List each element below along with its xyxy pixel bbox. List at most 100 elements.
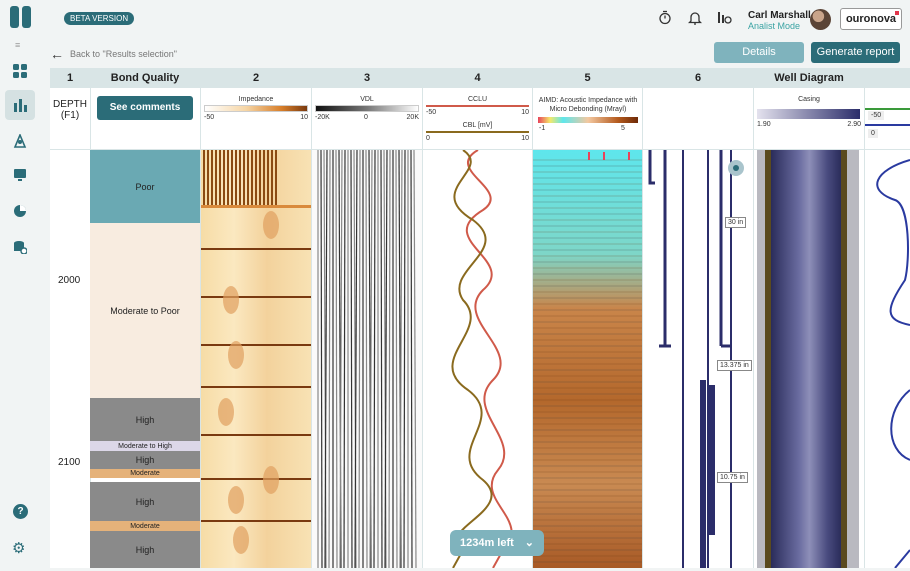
user-role: Analist Mode (748, 21, 801, 31)
bond-block-high[interactable]: High (90, 398, 200, 441)
rig-icon[interactable] (5, 126, 35, 156)
aimd-colorbar (538, 117, 638, 123)
cclu-cbl-header: CCLU -50 10 CBL [mV] 0 10 (423, 89, 532, 149)
bond-label: Moderate (130, 470, 160, 477)
bond-label: High (135, 544, 155, 555)
bond-block-high[interactable]: High (90, 531, 200, 568)
cbl-min: 0 (426, 135, 430, 142)
bond-block-moderate-poor[interactable]: Moderate to Poor (90, 223, 200, 398)
analytics-icon[interactable] (716, 10, 734, 28)
cclu-max: 10 (521, 109, 529, 116)
aimd-header: AIMD: Acoustic Impedance with Micro Debo… (533, 89, 642, 149)
bond-block-moderate-high[interactable]: Moderate to High (90, 441, 200, 451)
bond-block-high[interactable]: High (90, 482, 200, 521)
app-logo[interactable] (10, 6, 32, 28)
column-header-5: 5 (533, 68, 642, 88)
cclu-curve (465, 150, 513, 568)
vdl-image (317, 150, 417, 568)
bond-label: Moderate to Poor (110, 305, 180, 316)
pie-chart-icon[interactable] (5, 196, 35, 226)
dashboard-icon[interactable] (5, 56, 35, 86)
menu-icon[interactable]: ≡ (15, 40, 25, 50)
help-icon[interactable]: ? (13, 504, 28, 519)
impedance-track (201, 150, 311, 568)
column-header-1: 1 (50, 68, 90, 88)
remaining-depth-button[interactable]: 1234m left ⌄ (450, 530, 544, 556)
extra-line-blue (865, 124, 910, 126)
impedance-max: 10 (300, 114, 308, 121)
extra-scale-a: -50 (868, 111, 885, 120)
aimd-max: 5 (621, 125, 625, 132)
impedance-title: Impedance (238, 96, 274, 103)
bond-quality-header: See comments (90, 89, 200, 149)
vdl-max: 20K (406, 114, 419, 121)
database-icon[interactable] (5, 232, 35, 262)
casing-label-13375: 13.375 in (717, 360, 752, 371)
see-comments-button[interactable]: See comments (97, 96, 193, 120)
cclu-min: -50 (426, 109, 437, 116)
casing-header: Casing 1.90 2.90 (754, 89, 864, 149)
bond-quality-track: Poor Moderate to Poor High Moderate to H… (90, 150, 200, 568)
bond-block-poor[interactable]: Poor (90, 150, 200, 223)
brand-logo: ouronova (840, 8, 902, 30)
cclu-line (426, 105, 529, 107)
chevron-down-icon: ⌄ (524, 537, 534, 549)
column-header-3: 3 (312, 68, 422, 88)
details-button[interactable]: Details (714, 42, 804, 63)
vdl-colorbar (315, 105, 419, 112)
casing-title: Casing (798, 96, 820, 103)
bond-label: High (135, 414, 155, 425)
cclu-title: CCLU (467, 96, 488, 103)
depth-track: 2000 2100 (50, 150, 90, 568)
bar-chart-icon[interactable] (5, 90, 35, 120)
extra-scale-b: 0 (868, 129, 878, 138)
cbl-title: CBL [mV] (462, 122, 493, 129)
casing-max: 2.90 (847, 121, 861, 128)
casing-label-30: 30 in (725, 217, 747, 228)
back-link[interactable]: ← Back to "Results selection" (50, 46, 177, 62)
settings-icon[interactable]: ⚙ (12, 539, 25, 557)
cclu-cbl-curves (451, 150, 513, 568)
bond-block-high[interactable]: High (90, 451, 200, 469)
impedance-colorbar (204, 105, 308, 112)
aimd-title: AIMD: Acoustic Impedance with Micro Debo… (538, 97, 638, 113)
aimd-track (533, 150, 642, 568)
bond-label: High (135, 455, 155, 465)
casing-label-1075: 10.75 in (717, 472, 748, 483)
vdl-track (312, 150, 422, 568)
column-header-4: 4 (423, 68, 532, 88)
back-label: Back to "Results selection" (70, 49, 177, 59)
vdl-min: -20K (315, 114, 330, 121)
bond-block-moderate[interactable]: Moderate (90, 521, 200, 531)
monitor-icon[interactable] (5, 160, 35, 190)
bond-block-moderate[interactable]: Moderate (90, 469, 200, 478)
casing-min: 1.90 (757, 121, 771, 128)
column-header-6: 6 (643, 68, 753, 88)
cclu-cbl-track (423, 150, 532, 568)
impedance-image (201, 150, 311, 554)
depth-label-2100: 2100 (58, 457, 81, 468)
timer-icon[interactable] (656, 10, 674, 28)
bond-label: Moderate to High (118, 442, 172, 450)
bell-icon[interactable] (686, 10, 704, 28)
extra-line-green (865, 108, 910, 110)
extra-header: -50 0 (865, 89, 910, 149)
generate-report-button[interactable]: Generate report (811, 42, 900, 63)
cbl-max: 10 (521, 135, 529, 142)
extra-curve (876, 159, 910, 568)
cbl-curve (451, 150, 493, 568)
vdl-header: VDL -20K 0 20K (312, 89, 422, 149)
bond-label: High (135, 496, 155, 507)
depth-header: DEPTH (F1) (50, 89, 90, 149)
casing-schematic-track: 30 in 13.375 in 10.75 in (643, 150, 753, 568)
depth-label-2000: 2000 (58, 275, 81, 286)
vdl-mid: 0 (364, 114, 368, 121)
impedance-min: -50 (204, 114, 215, 121)
avatar[interactable] (810, 9, 831, 30)
column-header-2: 2 (201, 68, 311, 88)
vdl-title: VDL (360, 96, 374, 103)
bond-label: Poor (135, 181, 155, 192)
log-viewer: 1 Bond Quality 2 3 4 5 6 Well Diagram DE… (50, 68, 910, 568)
well-casing (771, 150, 841, 568)
sidebar: ≡ ? ⚙ (0, 0, 40, 571)
